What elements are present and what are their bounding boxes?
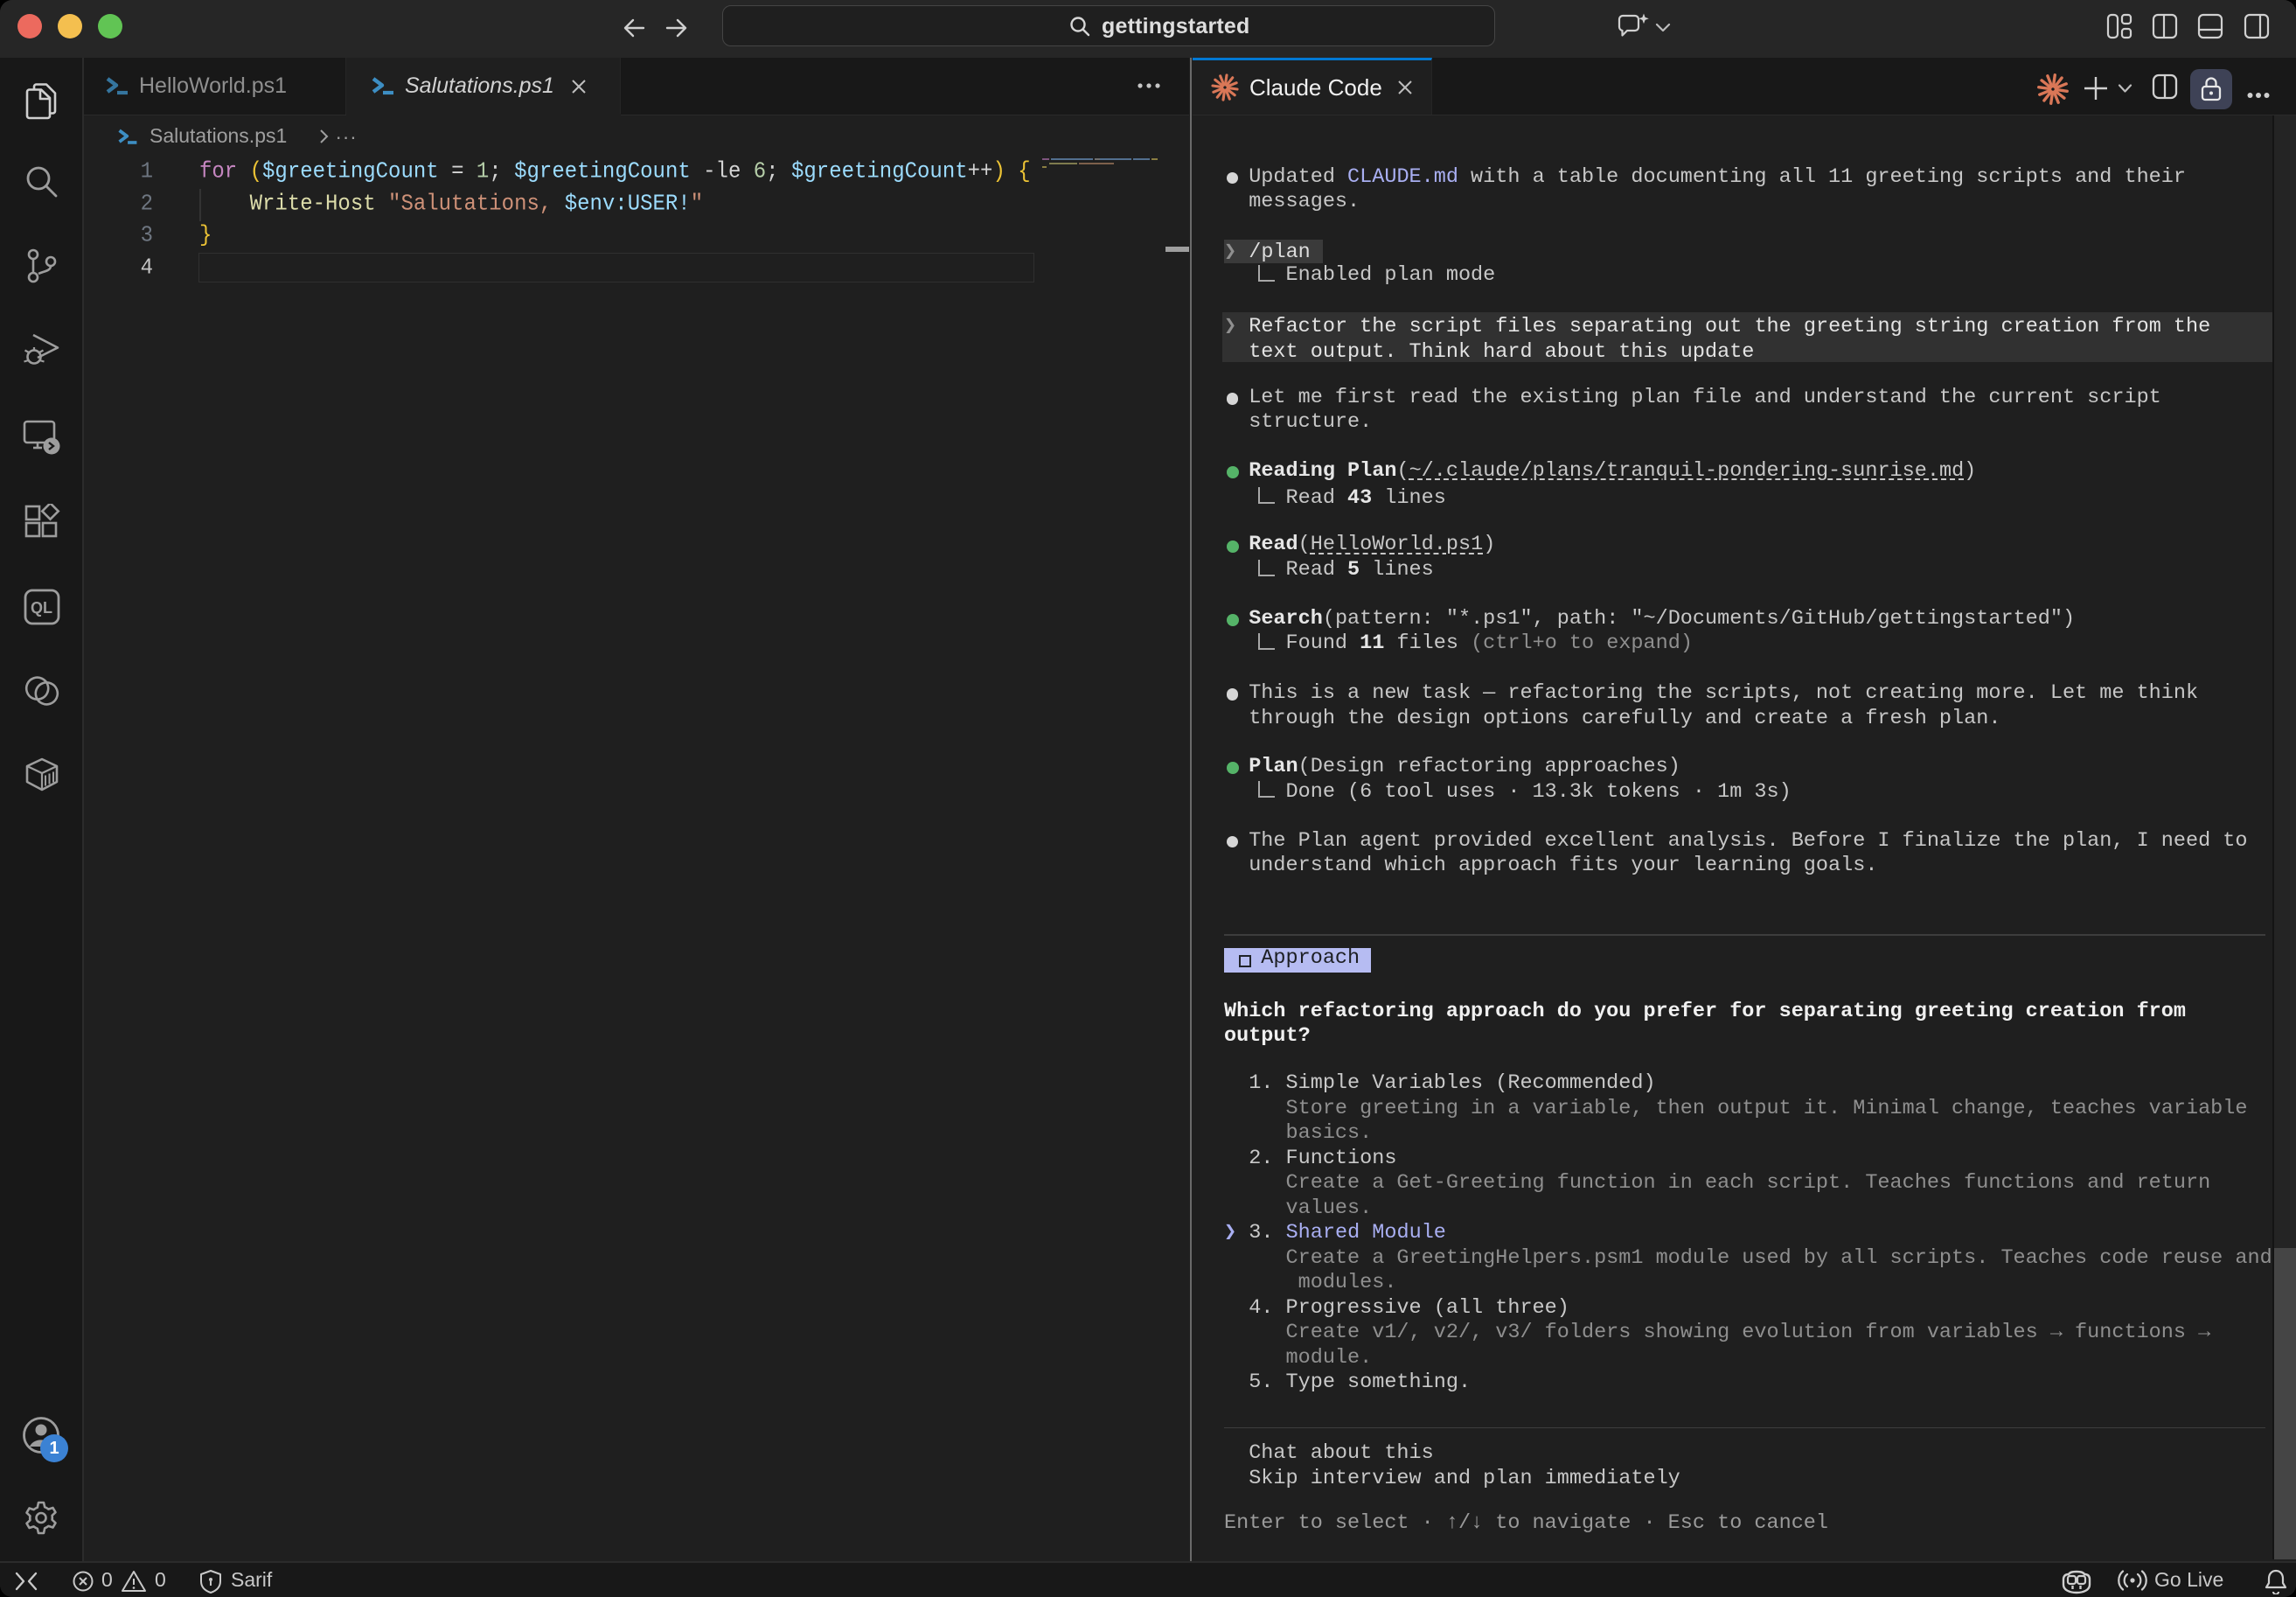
svg-text:QL: QL [31,599,52,617]
